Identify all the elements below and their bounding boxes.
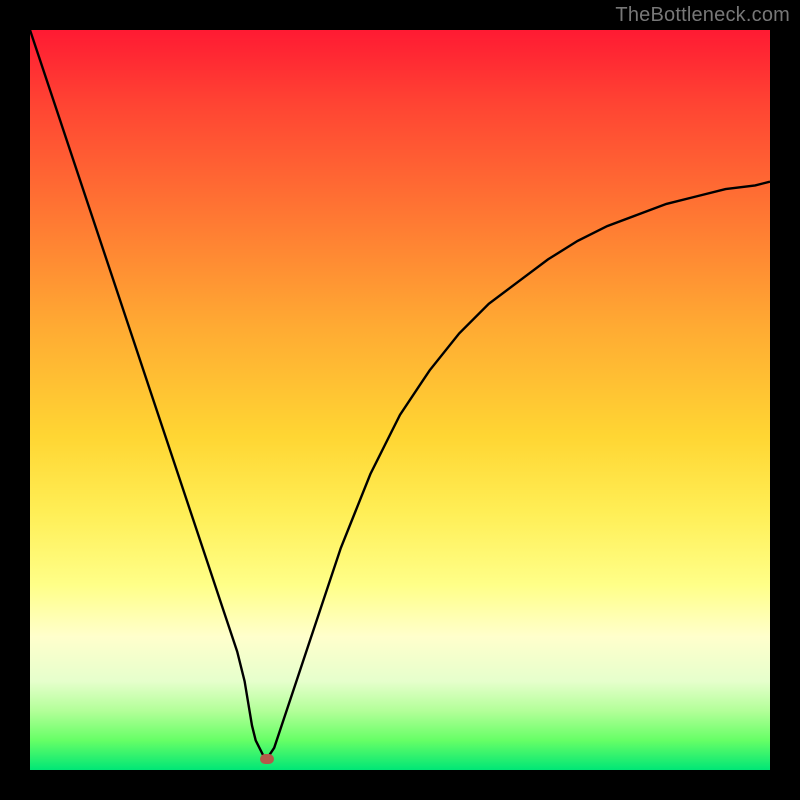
optimum-marker [260, 754, 274, 764]
plot-area [30, 30, 770, 770]
chart-stage: TheBottleneck.com [0, 0, 800, 800]
curve-svg [30, 30, 770, 770]
bottleneck-curve [30, 30, 770, 759]
watermark-text: TheBottleneck.com [615, 4, 790, 27]
